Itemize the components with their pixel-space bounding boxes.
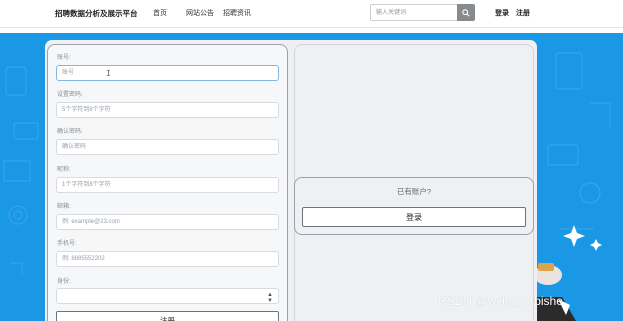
- goto-login-button[interactable]: 登录: [302, 207, 526, 227]
- search-icon: [462, 8, 470, 17]
- search-button[interactable]: [457, 4, 475, 21]
- login-link[interactable]: 登录: [495, 8, 509, 18]
- account-input[interactable]: [56, 65, 279, 81]
- register-submit-button[interactable]: 注册: [56, 311, 279, 321]
- top-navbar: 招聘数据分析及展示平台 首页 网站公告 招聘资讯 登录 注册: [0, 0, 623, 28]
- nav-home[interactable]: 首页: [153, 8, 167, 18]
- register-link[interactable]: 注册: [516, 8, 530, 18]
- identity-select[interactable]: ▲ ▼: [56, 288, 279, 304]
- site-brand[interactable]: 招聘数据分析及展示平台: [55, 8, 138, 19]
- email-input[interactable]: [56, 214, 279, 230]
- nav-jobs[interactable]: 招聘资讯: [223, 8, 251, 18]
- search-box: [370, 4, 475, 21]
- identity-label: 身份:: [57, 279, 71, 285]
- nickname-label: 昵称:: [57, 167, 71, 173]
- confirm-password-label: 确认密码:: [57, 129, 83, 135]
- nickname-input[interactable]: [56, 177, 279, 193]
- password-label: 设置密码:: [57, 92, 83, 98]
- email-label: 邮箱:: [57, 204, 71, 210]
- select-updown-icon: ▲ ▼: [267, 292, 273, 304]
- phone-label: 手机号:: [57, 241, 77, 247]
- csdn-watermark: CSDN @wxin_VXbishe: [438, 294, 563, 308]
- search-input[interactable]: [370, 4, 457, 21]
- phone-input[interactable]: [56, 251, 279, 267]
- nav-notice[interactable]: 网站公告: [186, 8, 214, 18]
- account-label: 账号:: [57, 55, 71, 61]
- have-account-text: 已有账户?: [396, 187, 432, 196]
- text-cursor-icon: I: [106, 69, 111, 78]
- password-input[interactable]: [56, 102, 279, 118]
- confirm-password-input[interactable]: [56, 139, 279, 155]
